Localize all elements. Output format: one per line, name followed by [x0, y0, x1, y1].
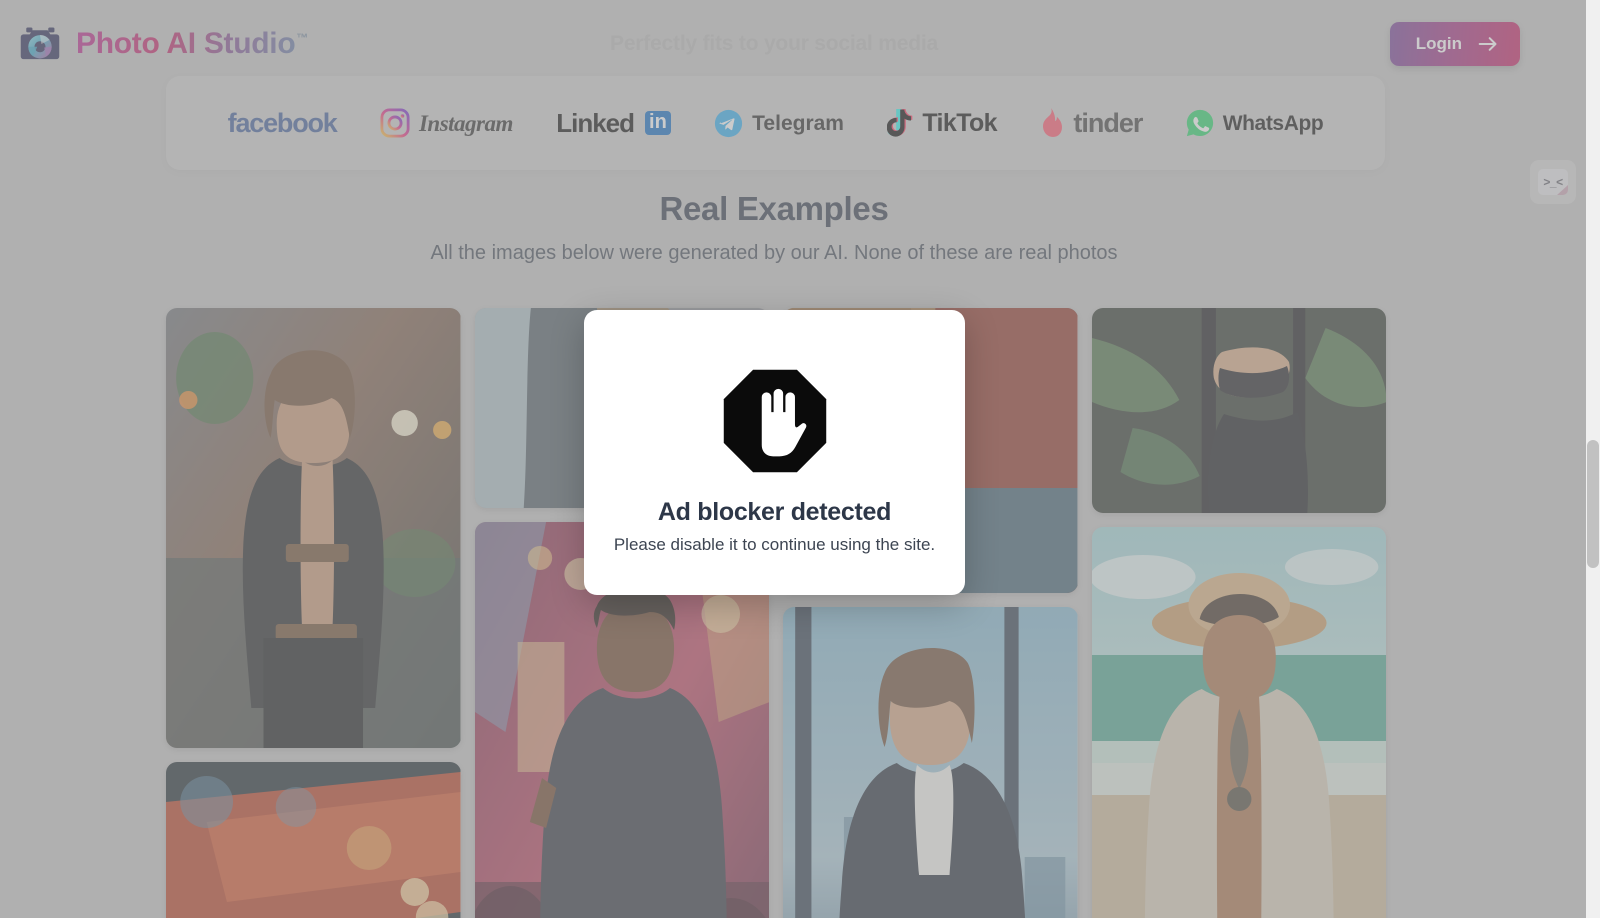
social-label-telegram: Telegram: [752, 111, 844, 135]
social-label-instagram: Instagram: [418, 110, 513, 136]
arrow-right-icon: [1478, 37, 1497, 51]
gallery-image-card[interactable]: [166, 308, 461, 748]
login-button[interactable]: Login: [1389, 22, 1520, 66]
social-item-tinder[interactable]: tinder: [1040, 107, 1143, 138]
vertical-scrollbar-thumb[interactable]: [1587, 440, 1599, 568]
gallery-image-card[interactable]: [783, 607, 1078, 918]
gallery-column: [1091, 308, 1386, 918]
brand-trademark: ™: [296, 31, 309, 45]
social-networks-bar: facebook Instagram Linked in Telegram Ti…: [166, 76, 1385, 170]
tiktok-icon: [887, 109, 913, 137]
octagon-stop-hand-icon: [723, 369, 826, 473]
page-subtitle: All the images below were generated by o…: [430, 242, 1118, 264]
gallery-image-card[interactable]: [1091, 527, 1386, 918]
businesswoman-office-window-photo: [783, 607, 1078, 918]
telegram-icon: [715, 109, 743, 137]
instagram-icon: [380, 108, 410, 138]
social-label-facebook: facebook: [227, 107, 338, 138]
login-button-label: Login: [1415, 34, 1462, 53]
social-label-tinder: tinder: [1073, 107, 1143, 138]
social-label-whatsapp: WhatsApp: [1222, 111, 1324, 135]
feedback-widget-button[interactable]: >_<: [1530, 160, 1576, 204]
social-label-linkedin: Linked: [556, 108, 635, 138]
social-item-facebook[interactable]: facebook: [227, 107, 338, 138]
page-root: Photo AI Studio™ Perfectly fits to your …: [0, 0, 1600, 918]
adblock-modal: Ad blocker detected Please disable it to…: [584, 310, 965, 595]
gallery-image-card[interactable]: [1091, 308, 1386, 513]
woman-leather-jacket-workshop-photo: [166, 308, 461, 748]
camera-aperture-icon: [20, 27, 60, 60]
hat-neon-bokeh-photo: [166, 762, 461, 918]
modal-title: Ad blocker detected: [657, 498, 892, 526]
whatsapp-icon: [1186, 109, 1213, 137]
social-item-whatsapp[interactable]: WhatsApp: [1186, 109, 1324, 137]
social-item-tiktok[interactable]: TikTok: [887, 108, 998, 138]
brand-logo-link[interactable]: Photo AI Studio™: [18, 22, 308, 66]
leather-harness-plants-photo: [1091, 308, 1386, 513]
site-header: Photo AI Studio™ Perfectly fits to your …: [0, 0, 1548, 88]
social-item-instagram[interactable]: Instagram: [380, 108, 513, 138]
man-straw-hat-beach-photo: [1091, 527, 1386, 918]
tinder-flame-icon: [1043, 108, 1063, 137]
social-label-tiktok: TikTok: [922, 108, 997, 137]
feedback-face-icon: >_<: [1538, 169, 1568, 195]
gallery-image-card[interactable]: [166, 762, 461, 918]
gallery-column: [166, 308, 461, 918]
linkedin-in-badge: in: [645, 111, 671, 135]
social-item-linkedin[interactable]: Linked in: [556, 110, 671, 136]
modal-description: Please disable it to continue using the …: [613, 535, 936, 554]
page-title: Real Examples: [659, 190, 889, 227]
brand-name: Photo AI Studio™: [76, 27, 309, 60]
social-item-telegram[interactable]: Telegram: [714, 109, 844, 138]
